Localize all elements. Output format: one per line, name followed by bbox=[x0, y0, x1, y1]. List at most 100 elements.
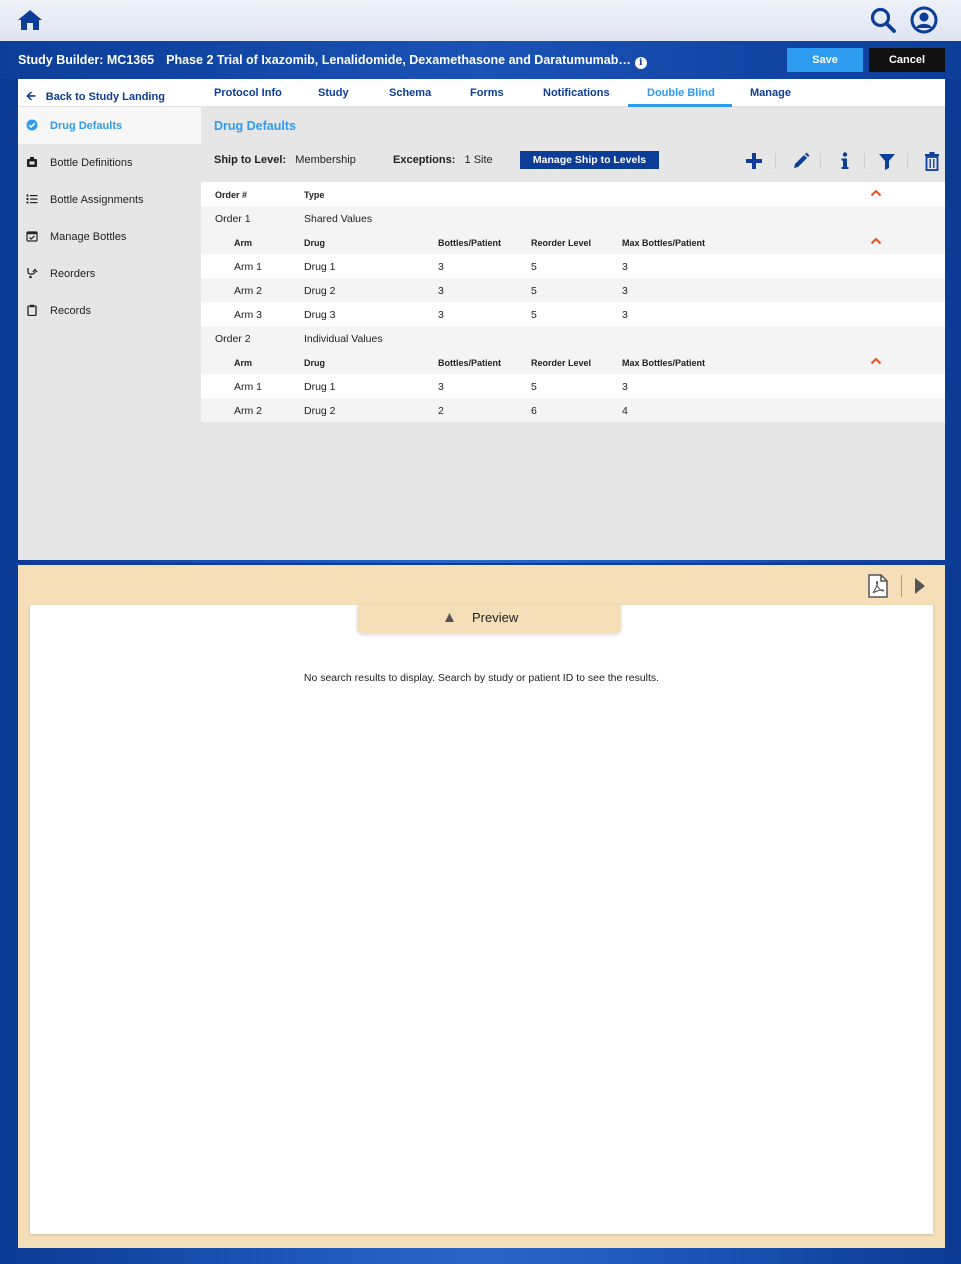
home-icon[interactable] bbox=[17, 8, 43, 32]
order-number: Order 1 bbox=[215, 213, 251, 225]
sidebar-item-drug-defaults[interactable]: Drug Defaults bbox=[18, 107, 201, 144]
cell-arm: Arm 1 bbox=[234, 381, 263, 393]
clipboard-icon bbox=[27, 304, 37, 316]
cell-drug: Drug 3 bbox=[304, 309, 336, 321]
table-row[interactable]: Arm 1 Drug 1 3 5 3 bbox=[201, 254, 945, 278]
reorder-icon bbox=[27, 268, 38, 279]
table-row[interactable]: Arm 3 Drug 3 3 5 3 bbox=[201, 302, 945, 326]
sidebar-item-label: Reorders bbox=[50, 268, 96, 280]
column-header-max-bottles-per-patient: Max Bottles/Patient bbox=[622, 358, 706, 368]
cell-reorder-level: 5 bbox=[531, 309, 537, 321]
top-app-bar bbox=[0, 0, 961, 41]
save-button[interactable]: Save bbox=[787, 48, 863, 72]
cell-max-bottles-per-patient: 3 bbox=[622, 309, 628, 321]
toolbar-divider bbox=[820, 153, 821, 169]
play-icon[interactable] bbox=[914, 577, 926, 595]
cell-arm: Arm 2 bbox=[234, 405, 263, 417]
exceptions: Exceptions: 1 Site bbox=[393, 154, 493, 166]
sub-header-row: Arm Drug Bottles/Patient Reorder Level M… bbox=[201, 230, 945, 254]
preview-label: Preview bbox=[472, 610, 519, 625]
tab-schema[interactable]: Schema bbox=[389, 87, 431, 99]
ship-to-level-label: Ship to Level: bbox=[214, 154, 287, 166]
chevron-up-icon[interactable] bbox=[870, 357, 882, 365]
table-row[interactable]: Arm 1 Drug 1 3 5 3 bbox=[201, 374, 945, 398]
cell-bottles-per-patient: 2 bbox=[438, 405, 444, 417]
chevron-up-icon[interactable] bbox=[870, 189, 882, 197]
order-row[interactable]: Order 1 Shared Values bbox=[201, 206, 945, 230]
sidebar-item-label: Manage Bottles bbox=[50, 231, 127, 243]
cell-reorder-level: 5 bbox=[531, 285, 537, 297]
cell-arm: Arm 1 bbox=[234, 261, 263, 273]
pdf-file-icon[interactable] bbox=[868, 574, 888, 598]
cell-max-bottles-per-patient: 3 bbox=[622, 261, 628, 273]
trash-icon[interactable] bbox=[922, 151, 942, 171]
sidebar-item-label: Records bbox=[50, 305, 91, 317]
drug-defaults-content: Drug Defaults Ship to Level: Membership … bbox=[201, 107, 945, 560]
sidebar-item-records[interactable]: Records bbox=[18, 292, 201, 329]
cell-reorder-level: 5 bbox=[531, 261, 537, 273]
tab-double-blind[interactable]: Double Blind bbox=[647, 87, 715, 99]
tab-study[interactable]: Study bbox=[318, 87, 349, 99]
table-row[interactable]: Arm 2 Drug 2 3 5 3 bbox=[201, 278, 945, 302]
order-type: Shared Values bbox=[304, 213, 373, 225]
back-to-study-landing-link[interactable]: 🡨 Back to Study Landing bbox=[26, 87, 165, 108]
cell-bottles-per-patient: 3 bbox=[438, 309, 444, 321]
column-header-order: Order # bbox=[215, 190, 248, 200]
check-circle-icon bbox=[26, 119, 38, 131]
order-number: Order 2 bbox=[215, 333, 251, 345]
list-icon bbox=[26, 194, 38, 204]
preview-dock-toolbar bbox=[18, 563, 945, 605]
ship-to-level-value: Membership bbox=[295, 154, 356, 166]
column-header-drug: Drug bbox=[304, 238, 325, 248]
table-header-row: Order # Type bbox=[201, 182, 945, 206]
cell-drug: Drug 2 bbox=[304, 405, 336, 417]
tab-manage[interactable]: Manage bbox=[750, 87, 791, 99]
cell-drug: Drug 1 bbox=[304, 381, 336, 393]
sidebar-item-bottle-definitions[interactable]: Bottle Definitions bbox=[18, 144, 201, 181]
cell-bottles-per-patient: 3 bbox=[438, 285, 444, 297]
user-circle-icon[interactable] bbox=[910, 6, 938, 34]
preview-toggle-tab[interactable]: Preview bbox=[357, 605, 621, 633]
tab-forms[interactable]: Forms bbox=[470, 87, 504, 99]
study-name: Phase 2 Trial of Ixazomib, Lenalidomide,… bbox=[166, 53, 631, 67]
triangle-up-icon bbox=[445, 613, 454, 622]
bottle-icon bbox=[27, 157, 37, 167]
toolbar-divider bbox=[775, 153, 776, 169]
cell-drug: Drug 1 bbox=[304, 261, 336, 273]
search-icon[interactable] bbox=[870, 7, 896, 33]
order-row[interactable]: Order 2 Individual Values bbox=[201, 326, 945, 350]
column-header-arm: Arm bbox=[234, 238, 253, 248]
sidebar-item-reorders[interactable]: Reorders bbox=[18, 255, 201, 292]
empty-results-message: No search results to display. Search by … bbox=[303, 672, 660, 684]
toolbar-divider bbox=[907, 153, 908, 169]
plus-icon[interactable] bbox=[744, 151, 764, 171]
tab-protocol-info[interactable]: Protocol Info bbox=[214, 87, 282, 99]
cancel-button[interactable]: Cancel bbox=[869, 48, 945, 72]
toolbar-divider bbox=[864, 153, 865, 169]
sidebar-item-bottle-assignments[interactable]: Bottle Assignments bbox=[18, 181, 201, 218]
column-header-max-bottles-per-patient: Max Bottles/Patient bbox=[622, 238, 706, 248]
column-header-type: Type bbox=[304, 190, 325, 200]
cell-bottles-per-patient: 3 bbox=[438, 261, 444, 273]
exceptions-value: 1 Site bbox=[464, 154, 493, 166]
filter-icon[interactable] bbox=[877, 151, 897, 171]
arrow-left-icon: 🡨 bbox=[26, 89, 36, 103]
sidebar-item-manage-bottles[interactable]: Manage Bottles bbox=[18, 218, 201, 255]
pencil-icon[interactable] bbox=[791, 151, 811, 171]
cell-arm: Arm 3 bbox=[234, 309, 263, 321]
manage-ship-to-levels-button[interactable]: Manage Ship to Levels bbox=[520, 151, 659, 169]
sidebar-item-label: Bottle Assignments bbox=[50, 194, 144, 206]
calendar-check-icon bbox=[26, 231, 38, 242]
order-type: Individual Values bbox=[304, 333, 383, 345]
study-title: Study Builder: MC1365 Phase 2 Trial of Ix… bbox=[18, 53, 659, 69]
info-icon[interactable] bbox=[835, 151, 855, 171]
table-row[interactable]: Arm 2 Drug 2 2 6 4 bbox=[201, 398, 945, 422]
chevron-up-icon[interactable] bbox=[870, 237, 882, 245]
tab-notifications[interactable]: Notifications bbox=[543, 87, 610, 99]
study-label: Study Builder: MC1365 bbox=[18, 53, 155, 67]
cell-reorder-level: 6 bbox=[531, 405, 537, 417]
ship-to-level: Ship to Level: Membership bbox=[214, 154, 356, 166]
info-circle-icon[interactable]: i bbox=[634, 57, 647, 69]
dock-divider bbox=[901, 575, 902, 597]
sidebar: Drug Defaults Bottle Definitions Bottle … bbox=[18, 107, 201, 560]
